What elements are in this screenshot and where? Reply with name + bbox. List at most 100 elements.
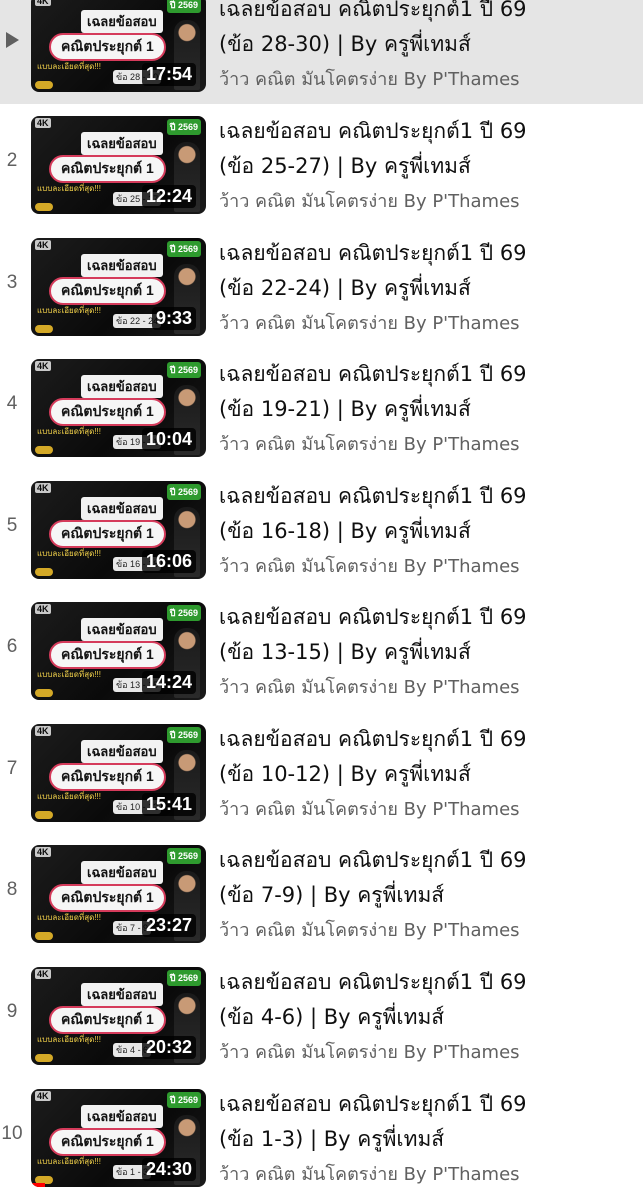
playlist-item[interactable]: 5 4K ปี 2569 เฉลยข้อสอบ คณิตประยุกต์ 1 แบบละเ… xyxy=(0,475,643,591)
video-title-line: (ข้อ 25-27) | By ครูพี่เทมส์ xyxy=(219,154,471,178)
thumbnail-subject: คณิตประยุกต์ 1 xyxy=(49,641,166,669)
thumbnail-year-badge: ปี 2569 xyxy=(166,484,201,500)
channel-name[interactable]: ว้าว คณิต มันโคตรง่าย By P'Thames xyxy=(219,915,520,944)
video-thumbnail[interactable]: 4K ปี 2569 เฉลยข้อสอบ คณิตประยุกต์ 1 แบบละเอ… xyxy=(31,967,206,1065)
playlist-item[interactable]: 10 4K ปี 2569 เฉลยข้อสอบ คณิตประยุกต์ 1 แบบละ… xyxy=(0,1083,643,1199)
channel-name[interactable]: ว้าว คณิต มันโคตรง่าย By P'Thames xyxy=(219,429,520,458)
video-thumbnail[interactable]: 4K ปี 2569 เฉลยข้อสอบ คณิตประยุกต์ 1 แบบละเอ… xyxy=(31,481,206,579)
channel-logo-icon xyxy=(35,446,53,454)
playlist-item[interactable]: 6 4K ปี 2569 เฉลยข้อสอบ คณิตประยุกต์ 1 แบบละเ… xyxy=(0,596,643,712)
video-title-line: (ข้อ 19-21) | By ครูพี่เทมส์ xyxy=(219,397,471,421)
channel-logo-icon xyxy=(35,81,53,89)
thumbnail-4k-badge: 4K xyxy=(35,0,51,6)
thumbnail-subject: คณิตประยุกต์ 1 xyxy=(49,1006,166,1034)
video-thumbnail[interactable]: 4K ปี 2569 เฉลยข้อสอบ คณิตประยุกต์ 1 แบบละเอ… xyxy=(31,602,206,700)
video-title-line: เฉลยข้อสอบ คณิตประยุกต์1 ปี 69 xyxy=(219,241,527,265)
thumbnail-year-badge: ปี 2569 xyxy=(166,727,201,743)
video-thumbnail[interactable]: 4K ปี 2569 เฉลยข้อสอบ คณิตประยุกต์ 1 แบบละเอ… xyxy=(31,116,206,214)
thumbnail-tagline: แบบละเอียดที่สุด!!! xyxy=(37,670,101,679)
thumbnail-tagline: แบบละเอียดที่สุด!!! xyxy=(37,427,101,436)
video-title[interactable]: เฉลยข้อสอบ คณิตประยุกต์1 ปี 69 (ข้อ 10-12… xyxy=(219,722,639,792)
channel-name[interactable]: ว้าว คณิต มันโคตรง่าย By P'Thames xyxy=(219,672,520,701)
playlist-item-index: 6 xyxy=(6,636,18,657)
video-thumbnail[interactable]: 4K ปี 2569 เฉลยข้อสอบ คณิตประยุกต์ 1 แบบละเอ… xyxy=(31,238,206,336)
playlist-item[interactable]: 4 4K ปี 2569 เฉลยข้อสอบ คณิตประยุกต์ 1 แบบละเ… xyxy=(0,353,643,469)
thumbnail-4k-badge: 4K xyxy=(35,118,51,128)
video-title-line: (ข้อ 28-30) | By ครูพี่เทมส์ xyxy=(219,32,471,56)
video-thumbnail[interactable]: 4K ปี 2569 เฉลยข้อสอบ คณิตประยุกต์ 1 แบบละเอ… xyxy=(31,0,206,92)
channel-name[interactable]: ว้าว คณิต มันโคตรง่าย By P'Thames xyxy=(219,308,520,337)
video-thumbnail[interactable]: 4K ปี 2569 เฉลยข้อสอบ คณิตประยุกต์ 1 แบบละเอ… xyxy=(31,845,206,943)
thumbnail-headline: เฉลยข้อสอบ xyxy=(81,10,163,33)
channel-logo-icon xyxy=(35,568,53,576)
thumbnail-year-badge: ปี 2569 xyxy=(166,362,201,378)
thumbnail-4k-badge: 4K xyxy=(35,847,51,857)
video-title[interactable]: เฉลยข้อสอบ คณิตประยุกต์1 ปี 69 (ข้อ 1-3) … xyxy=(219,1087,639,1157)
thumbnail-4k-badge: 4K xyxy=(35,726,51,736)
playlist-item[interactable]: 8 4K ปี 2569 เฉลยข้อสอบ คณิตประยุกต์ 1 แบบละเ… xyxy=(0,839,643,955)
thumbnail-year-badge: ปี 2569 xyxy=(166,0,201,13)
video-title-line: เฉลยข้อสอบ คณิตประยุกต์1 ปี 69 xyxy=(219,848,527,872)
video-title[interactable]: เฉลยข้อสอบ คณิตประยุกต์1 ปี 69 (ข้อ 4-6) … xyxy=(219,965,639,1035)
video-title[interactable]: เฉลยข้อสอบ คณิตประยุกต์1 ปี 69 (ข้อ 19-21… xyxy=(219,357,639,427)
playlist-item-index: 10 xyxy=(1,1123,23,1144)
video-title-line: (ข้อ 13-15) | By ครูพี่เทมส์ xyxy=(219,640,471,664)
channel-logo-icon xyxy=(35,811,53,819)
video-title-line: เฉลยข้อสอบ คณิตประยุกต์1 ปี 69 xyxy=(219,970,527,994)
video-title[interactable]: เฉลยข้อสอบ คณิตประยุกต์1 ปี 69 (ข้อ 7-9) … xyxy=(219,843,639,913)
video-thumbnail[interactable]: 4K ปี 2569 เฉลยข้อสอบ คณิตประยุกต์ 1 แบบละเอ… xyxy=(31,724,206,822)
thumbnail-year-badge: ปี 2569 xyxy=(166,1092,201,1108)
thumbnail-headline: เฉลยข้อสอบ xyxy=(81,618,163,641)
thumbnail-subject: คณิตประยุกต์ 1 xyxy=(49,763,166,791)
video-title[interactable]: เฉลยข้อสอบ คณิตประยุกต์1 ปี 69 (ข้อ 25-27… xyxy=(219,114,639,184)
playlist-item-index: 2 xyxy=(6,150,18,171)
channel-name[interactable]: ว้าว คณิต มันโคตรง่าย By P'Thames xyxy=(219,64,520,93)
channel-name[interactable]: ว้าว คณิต มันโคตรง่าย By P'Thames xyxy=(219,794,520,823)
channel-logo-icon xyxy=(35,689,53,697)
video-title-line: เฉลยข้อสอบ คณิตประยุกต์1 ปี 69 xyxy=(219,362,527,386)
thumbnail-tagline: แบบละเอียดที่สุด!!! xyxy=(37,1157,101,1166)
thumbnail-subject: คณิตประยุกต์ 1 xyxy=(49,884,166,912)
channel-logo-icon xyxy=(35,203,53,211)
video-title[interactable]: เฉลยข้อสอบ คณิตประยุกต์1 ปี 69 (ข้อ 13-15… xyxy=(219,600,639,670)
thumbnail-tagline: แบบละเอียดที่สุด!!! xyxy=(37,62,101,71)
channel-name[interactable]: ว้าว คณิต มันโคตรง่าย By P'Thames xyxy=(219,186,520,215)
video-duration: 17:54 xyxy=(141,63,196,86)
thumbnail-4k-badge: 4K xyxy=(35,604,51,614)
video-title-line: (ข้อ 10-12) | By ครูพี่เทมส์ xyxy=(219,762,471,786)
thumbnail-tagline: แบบละเอียดที่สุด!!! xyxy=(37,792,101,801)
thumbnail-tagline: แบบละเอียดที่สุด!!! xyxy=(37,184,101,193)
playlist-item[interactable]: 4K ปี 2569 เฉลยข้อสอบ คณิตประยุกต์ 1 แบบละเอ… xyxy=(0,0,643,104)
video-thumbnail[interactable]: 4K ปี 2569 เฉลยข้อสอบ คณิตประยุกต์ 1 แบบละเอ… xyxy=(31,359,206,457)
video-title-line: เฉลยข้อสอบ คณิตประยุกต์1 ปี 69 xyxy=(219,1092,527,1116)
playlist-item[interactable]: 2 4K ปี 2569 เฉลยข้อสอบ คณิตประยุกต์ 1 แบบละเ… xyxy=(0,110,643,226)
video-title-line: (ข้อ 4-6) | By ครูพี่เทมส์ xyxy=(219,1005,445,1029)
thumbnail-tagline: แบบละเอียดที่สุด!!! xyxy=(37,306,101,315)
thumbnail-headline: เฉลยข้อสอบ xyxy=(81,254,163,277)
video-title[interactable]: เฉลยข้อสอบ คณิตประยุกต์1 ปี 69 (ข้อ 22-24… xyxy=(219,236,639,306)
video-duration: 24:30 xyxy=(141,1158,196,1181)
video-duration: 20:32 xyxy=(141,1036,196,1059)
video-duration: 12:24 xyxy=(141,185,196,208)
channel-logo-icon xyxy=(35,325,53,333)
channel-name[interactable]: ว้าว คณิต มันโคตรง่าย By P'Thames xyxy=(219,1159,520,1188)
video-duration: 10:04 xyxy=(141,428,196,451)
video-title[interactable]: เฉลยข้อสอบ คณิตประยุกต์1 ปี 69 (ข้อ 28-30… xyxy=(219,0,639,62)
playlist-item-index: 4 xyxy=(6,393,18,414)
channel-name[interactable]: ว้าว คณิต มันโคตรง่าย By P'Thames xyxy=(219,1037,520,1066)
thumbnail-subject: คณิตประยุกต์ 1 xyxy=(49,398,166,426)
video-duration: 14:24 xyxy=(141,671,196,694)
thumbnail-subject: คณิตประยุกต์ 1 xyxy=(49,277,166,305)
channel-name[interactable]: ว้าว คณิต มันโคตรง่าย By P'Thames xyxy=(219,551,520,580)
video-title-line: (ข้อ 22-24) | By ครูพี่เทมส์ xyxy=(219,276,471,300)
playlist-item[interactable]: 3 4K ปี 2569 เฉลยข้อสอบ คณิตประยุกต์ 1 แบบละเ… xyxy=(0,232,643,348)
channel-logo-icon xyxy=(35,1054,53,1062)
thumbnail-headline: เฉลยข้อสอบ xyxy=(81,740,163,763)
video-duration: 16:06 xyxy=(141,550,196,573)
thumbnail-year-badge: ปี 2569 xyxy=(166,605,201,621)
video-title-line: (ข้อ 16-18) | By ครูพี่เทมส์ xyxy=(219,519,471,543)
playlist-item[interactable]: 7 4K ปี 2569 เฉลยข้อสอบ คณิตประยุกต์ 1 แบบละเ… xyxy=(0,718,643,834)
video-thumbnail[interactable]: 4K ปี 2569 เฉลยข้อสอบ คณิตประยุกต์ 1 แบบละเอ… xyxy=(31,1089,206,1187)
video-title[interactable]: เฉลยข้อสอบ คณิตประยุกต์1 ปี 69 (ข้อ 16-18… xyxy=(219,479,639,549)
playlist-item[interactable]: 9 4K ปี 2569 เฉลยข้อสอบ คณิตประยุกต์ 1 แบบละเ… xyxy=(0,961,643,1077)
